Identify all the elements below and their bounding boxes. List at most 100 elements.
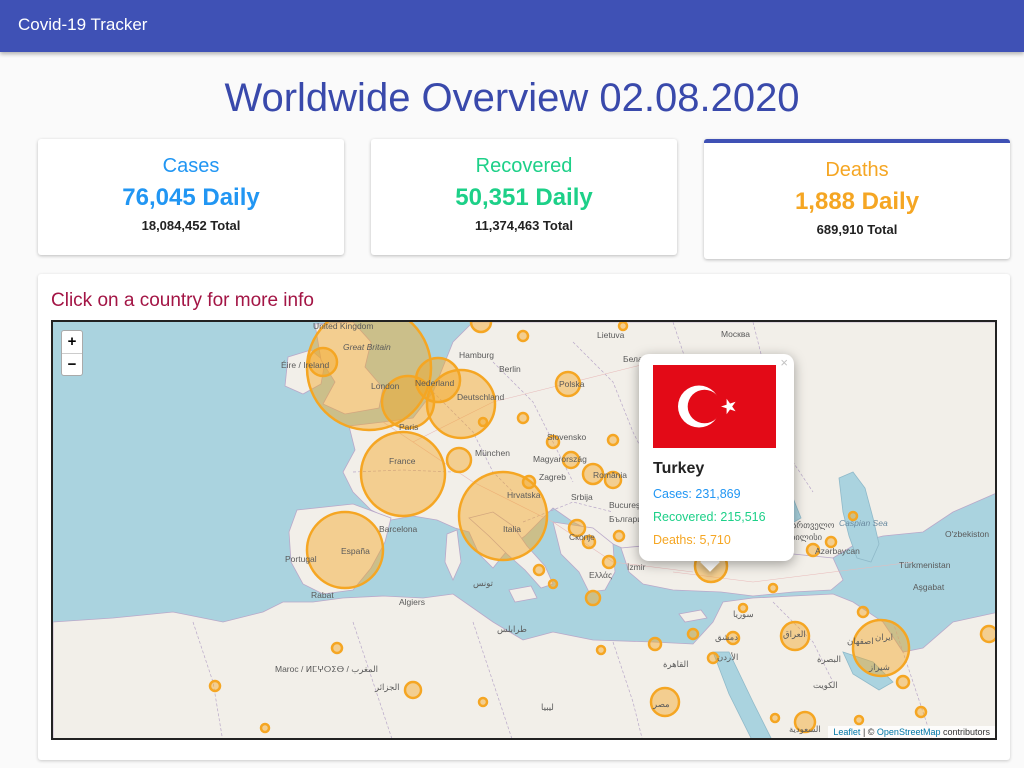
popup-recovered: Recovered: 215,516 [653,510,766,524]
app-title: Covid-19 Tracker [18,15,148,34]
zoom-control: + − [61,330,83,376]
place-label: Srbija [571,492,593,502]
recovered-card-title: Recovered [475,155,573,177]
case-bubble[interactable] [612,529,626,543]
place-label: Italia [503,524,521,534]
recovered-card[interactable]: Recovered 50,351 Daily 11,374,463 Total [371,139,677,255]
case-bubble[interactable] [767,582,779,594]
place-label: Maroc / ⵍⵎⵖⵔⵉⴱ / المغرب [275,664,378,675]
place-label: الكويت [813,680,838,691]
place-label: España [341,546,370,556]
page-title: Worldwide Overview 02.08.2020 [224,76,800,120]
place-label: السعودية [789,724,821,735]
place-label: Скопје [569,532,595,542]
zoom-in-button[interactable]: + [62,331,82,353]
cases-card[interactable]: Cases 76,045 Daily 18,084,452 Total [38,139,344,255]
place-label: München [475,448,510,458]
place-label: اصفهان [847,636,874,647]
case-bubble[interactable] [477,696,489,708]
place-label: România [593,470,627,480]
case-bubble[interactable] [477,416,489,428]
case-bubble[interactable] [516,411,530,425]
deaths-total-count: 689,910 Total [816,222,898,237]
deaths-daily-count: 1,888 Daily [794,188,920,215]
country-popup: × Turkey Cases: 231,869 Recovered: 215,5… [639,354,794,561]
place-label: Aşgabat [913,582,945,592]
case-bubble[interactable] [584,589,602,607]
case-bubble[interactable] [686,627,700,641]
recovered-daily-count: 50,351 Daily [455,184,593,211]
place-label: France [389,456,416,466]
place-label: Berlin [499,364,521,374]
case-bubble[interactable] [856,605,870,619]
place-label: Paris [399,422,418,432]
popup-cases: Cases: 231,869 [653,487,741,501]
zoom-out-button[interactable]: − [62,353,82,375]
case-bubble[interactable] [601,554,617,570]
case-bubble[interactable] [469,322,493,334]
place-label: ბილისი [791,532,823,543]
place-label: Algiers [399,597,425,607]
case-bubble[interactable] [595,644,607,656]
place-label: United Kingdom [313,322,373,331]
place-label: مصر [652,699,670,710]
case-bubble[interactable] [979,624,997,644]
case-bubble[interactable] [769,712,781,724]
place-label: دمشق [715,632,738,643]
case-bubble[interactable] [445,446,473,474]
deaths-card-title: Deaths [825,159,889,181]
case-bubble[interactable] [853,714,865,726]
osm-link[interactable]: OpenStreetMap [877,727,941,737]
place-label: İzmir [627,562,646,572]
place-label: Hrvatska [507,490,541,500]
place-label: Zagreb [539,472,566,482]
place-label: Magyarország [533,454,587,464]
place-label: سوريا [733,609,754,620]
case-bubble[interactable] [403,680,423,700]
place-label: Slovensko [547,432,586,442]
map-tiles: United Kingdom Great Britain Éire / Irel… [53,322,997,738]
case-bubble[interactable] [547,578,559,590]
case-bubble[interactable] [617,322,629,332]
place-label: Great Britain [343,342,391,352]
case-bubble[interactable] [521,474,537,490]
popup-deaths: Deaths: 5,710 [653,533,731,547]
place-label: Portugal [285,554,317,564]
case-bubble[interactable] [914,705,928,719]
cases-total-count: 18,084,452 Total [141,218,241,233]
place-label: الجزائر [374,682,400,693]
place-label: الأردن [717,651,738,663]
map-attribution: Leaflet | © OpenStreetMap contributors [828,726,995,738]
place-label: Lietuva [597,330,625,340]
place-label: ايران [875,632,893,643]
map-panel: Click on a country for more info United … [38,274,1010,760]
deaths-card[interactable]: Deaths 1,888 Daily 689,910 Total [704,139,1010,259]
leaflet-link[interactable]: Leaflet [833,727,860,737]
map-panel-title: Click on a country for more info [51,290,314,311]
case-bubble[interactable] [259,722,271,734]
place-label: القاهرة [663,659,688,670]
place-label: Rabat [311,590,334,600]
place-label: Deutschland [457,392,505,402]
place-label: Caspian Sea [839,518,888,528]
case-bubble[interactable] [532,563,546,577]
place-label: Hamburg [459,350,494,360]
turkey-flag-icon [653,365,776,448]
place-label: Éire / Ireland [281,360,329,370]
case-bubble[interactable] [647,636,663,652]
place-label: London [371,381,400,391]
place-label: Ελλάς [589,570,612,580]
cases-card-title: Cases [162,155,220,177]
world-map[interactable]: United Kingdom Great Britain Éire / Irel… [51,320,997,740]
popup-close-button[interactable]: × [780,355,788,370]
case-bubble[interactable] [606,433,620,447]
case-bubble[interactable] [516,329,530,343]
case-bubble[interactable] [895,674,911,690]
case-bubble[interactable] [359,430,447,518]
case-bubble[interactable] [208,679,222,693]
place-label: Türkmenistan [899,560,951,570]
case-bubble[interactable] [330,641,344,655]
place-label: العراق [783,629,806,640]
recovered-total-count: 11,374,463 Total [474,218,574,233]
place-label: Nederland [415,378,454,388]
